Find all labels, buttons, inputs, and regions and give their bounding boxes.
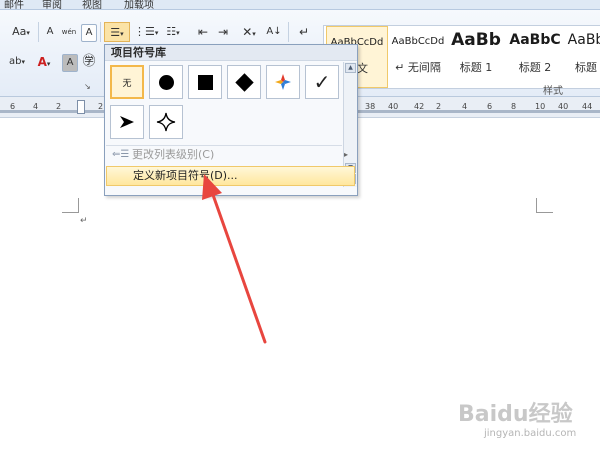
baidu-jingyan-watermark-logo: Baidu经验 — [458, 402, 573, 427]
styles-gallery: AaBbCcDd 正文 AaBbCcDd ↵ 无间隔 AaBb 标题 1 AaB… — [323, 25, 600, 89]
baidu-jingyan-watermark-url: jingyan.baidu.com — [484, 428, 577, 439]
define-new-bullet-item[interactable]: 定义新项目符号(D)... — [106, 166, 355, 186]
style-heading-1[interactable]: AaBb 标题 1 — [448, 26, 504, 88]
tab-addins[interactable]: 加载项 — [124, 0, 154, 9]
bullet-filled-circle-cell[interactable] — [149, 65, 183, 99]
bullet-filled-diamond-cell[interactable] — [227, 65, 261, 99]
list-level-icon: ⇐☰ — [112, 149, 130, 160]
indent-marker-icon[interactable] — [77, 100, 85, 114]
chinese-layout-icon[interactable]: ✕▾ — [238, 22, 260, 42]
styles-group-label: 样式 — [543, 86, 563, 97]
bullet-filled-square-cell[interactable] — [188, 65, 222, 99]
scroll-up-icon[interactable]: ▲ — [345, 63, 356, 73]
clear-formatting-icon[interactable]: A — [42, 22, 58, 42]
bullet-four-arrows-cell[interactable] — [266, 65, 300, 99]
bullet-library-dropdown: 项目符号库 无 ✓ ▲ ▼ ▼ ⇐☰ 更改 — [104, 44, 358, 196]
four-point-star-icon — [156, 112, 176, 132]
ribbon-tab-strip: 邮件 审阅 视图 加载项 — [0, 0, 600, 10]
increase-indent-icon[interactable]: ⇥ — [214, 22, 232, 42]
font-color-button[interactable]: A▾ — [32, 52, 56, 72]
style-title[interactable]: AaBb 标题 — [566, 26, 600, 88]
filled-square-icon — [197, 74, 213, 90]
tab-review[interactable]: 审阅 — [42, 0, 62, 9]
change-list-level-item[interactable]: ⇐☰ 更改列表级别(C) ▸ — [106, 145, 355, 165]
change-case-button[interactable]: Aa▾ — [8, 22, 34, 42]
bullet-arrowhead-cell[interactable] — [110, 105, 144, 139]
filled-circle-icon — [158, 74, 174, 90]
sort-icon[interactable]: A↓ — [266, 22, 282, 42]
bullet-library-title: 项目符号库 — [105, 45, 357, 61]
paragraph-mark-icon: ↵ — [80, 216, 88, 226]
four-arrows-icon — [275, 74, 291, 90]
tab-mailings[interactable]: 邮件 — [4, 0, 24, 9]
decrease-indent-icon[interactable]: ⇤ — [194, 22, 212, 42]
bullet-none-cell[interactable]: 无 — [110, 65, 144, 99]
arrowhead-icon — [120, 116, 134, 128]
filled-diamond-icon — [234, 72, 254, 92]
tab-view[interactable]: 视图 — [82, 0, 102, 9]
phonetic-guide-icon[interactable]: wén — [60, 22, 78, 42]
character-shading-icon[interactable]: A — [62, 54, 78, 72]
style-heading-2[interactable]: AaBbC 标题 2 — [506, 26, 564, 88]
bullet-four-point-star-cell[interactable] — [149, 105, 183, 139]
show-formatting-marks-icon[interactable]: ↵ — [296, 22, 312, 42]
bullet-checkmark-cell[interactable]: ✓ — [305, 65, 339, 99]
submenu-arrow-icon: ▸ — [344, 150, 349, 159]
page-margin-corner-left — [62, 198, 79, 213]
checkmark-icon: ✓ — [313, 70, 331, 94]
enclose-characters-icon[interactable]: ㊫ — [80, 52, 98, 72]
style-no-spacing[interactable]: AaBbCcDd ↵ 无间隔 — [390, 26, 446, 88]
text-highlight-color-button[interactable]: ab▾ — [4, 52, 30, 72]
bullets-button[interactable]: ☰▾ — [104, 22, 130, 42]
character-border-icon[interactable]: A — [81, 24, 97, 42]
font-dialog-launcher-icon[interactable]: ↘ — [84, 82, 91, 91]
numbering-button[interactable]: ⋮☰▾ — [134, 22, 158, 42]
page-margin-corner-right — [536, 198, 553, 213]
multilevel-list-button[interactable]: ☷▾ — [160, 22, 186, 42]
